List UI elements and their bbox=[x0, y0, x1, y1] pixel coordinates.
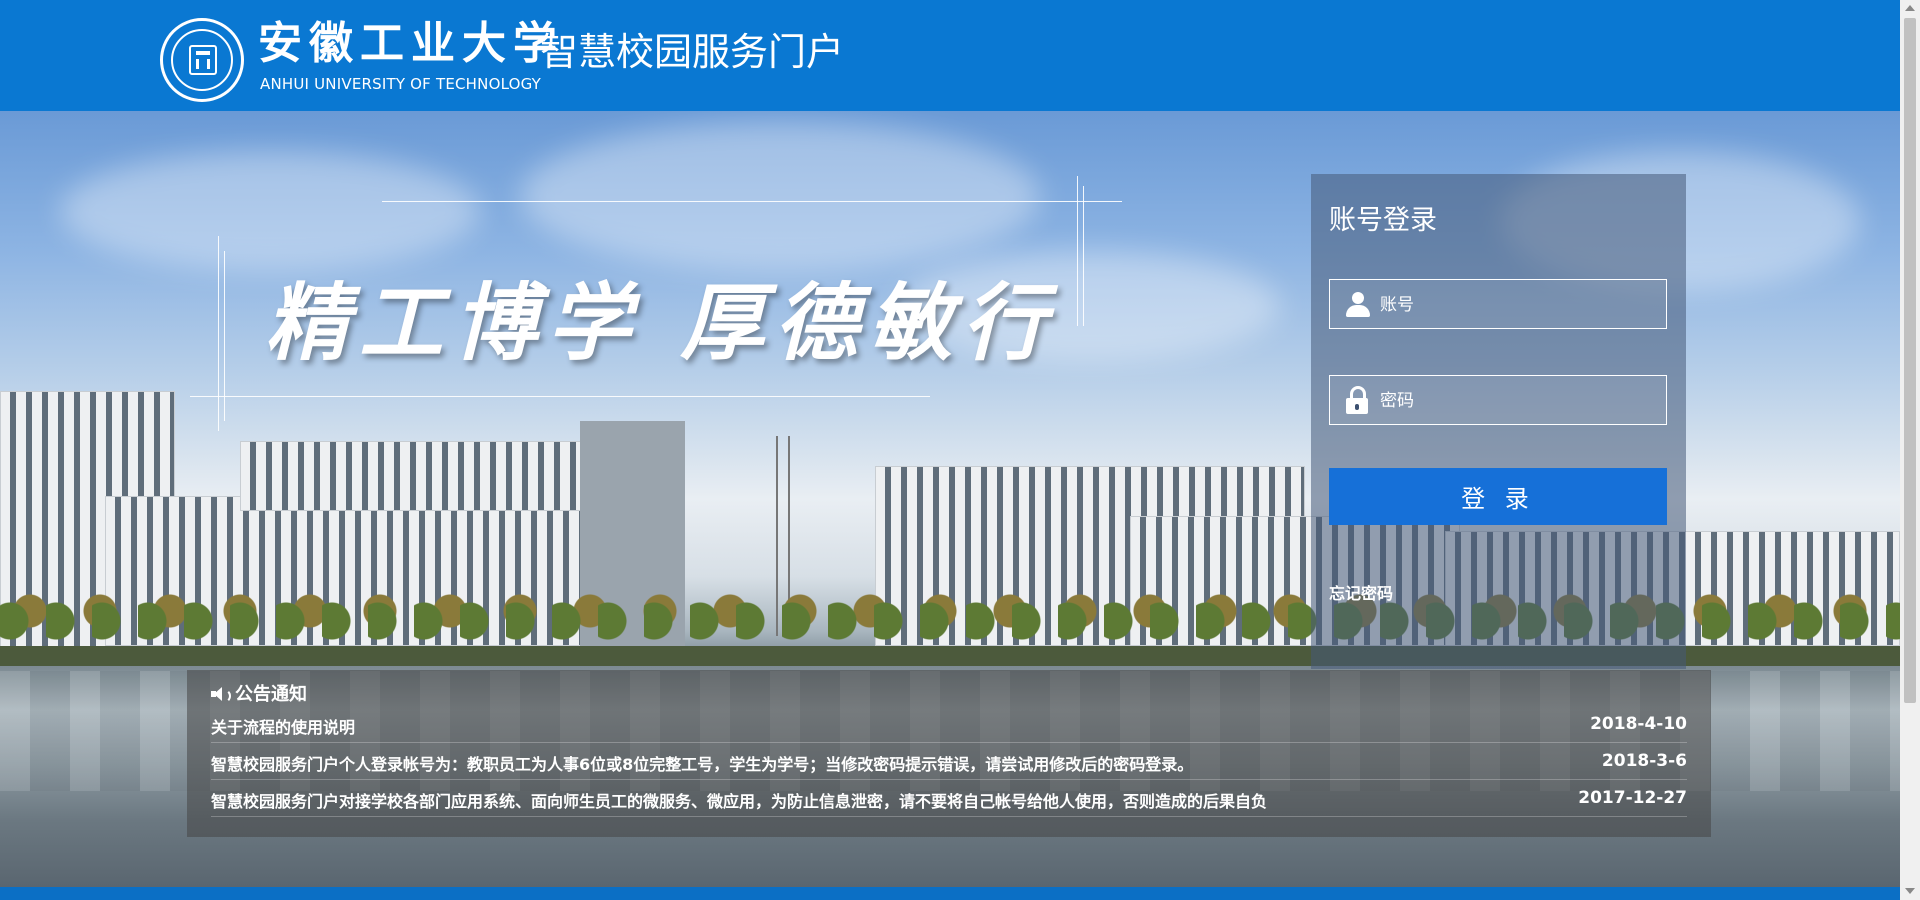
notice-panel: 公告通知 关于流程的使用说明 2018-4-10 智慧校园服务门户个人登录帐号为… bbox=[187, 670, 1711, 837]
notice-heading-text: 公告通知 bbox=[235, 684, 307, 705]
notice-date: 2018-4-10 bbox=[1590, 714, 1687, 734]
university-seal-icon[interactable] bbox=[160, 18, 244, 102]
speaker-icon bbox=[211, 686, 231, 703]
scroll-up-arrow-icon[interactable] bbox=[1905, 5, 1915, 11]
frame-line bbox=[1083, 186, 1084, 326]
login-panel: 账号登录 登 录 忘记密码 bbox=[1311, 174, 1686, 669]
frame-line bbox=[1077, 176, 1078, 326]
password-field[interactable] bbox=[1329, 375, 1667, 426]
lock-icon bbox=[1345, 386, 1369, 414]
scrollbar-thumb[interactable] bbox=[1904, 18, 1916, 703]
login-button[interactable]: 登 录 bbox=[1329, 468, 1667, 525]
username-field[interactable] bbox=[1329, 279, 1667, 330]
notice-title[interactable]: 智慧校园服务门户对接学校各部门应用系统、面向师生员工的微服务、微应用，为防止信息… bbox=[211, 788, 1267, 812]
scroll-down-arrow-icon[interactable] bbox=[1905, 888, 1915, 894]
notice-item[interactable]: 智慧校园服务门户个人登录帐号为：教职员工为人事6位或8位完整工号，学生为学号；当… bbox=[211, 743, 1687, 780]
password-input[interactable] bbox=[1378, 376, 1662, 426]
notice-title[interactable]: 关于流程的使用说明 bbox=[211, 714, 355, 738]
university-name-cn: 安徽工业大学 bbox=[258, 18, 564, 69]
footer-bar bbox=[0, 887, 1900, 900]
portal-title: 智慧校园服务门户 bbox=[540, 30, 845, 74]
login-title: 账号登录 bbox=[1329, 205, 1437, 236]
university-motto: 精工博学 厚德敏行 bbox=[265, 273, 1057, 372]
notice-title[interactable]: 智慧校园服务门户个人登录帐号为：教职员工为人事6位或8位完整工号，学生为学号；当… bbox=[211, 751, 1193, 775]
username-input[interactable] bbox=[1378, 280, 1662, 330]
notice-date: 2018-3-6 bbox=[1601, 751, 1687, 771]
header-bar: 安徽工业大学 ANHUI UNIVERSITY OF TECHNOLOGY 智慧… bbox=[0, 0, 1900, 111]
notice-heading: 公告通知 bbox=[211, 680, 307, 706]
page-scrollbar[interactable] bbox=[1900, 0, 1920, 900]
university-name-en: ANHUI UNIVERSITY OF TECHNOLOGY bbox=[260, 75, 542, 93]
frame-line bbox=[224, 251, 225, 421]
user-icon bbox=[1345, 292, 1371, 318]
forgot-password-link[interactable]: 忘记密码 bbox=[1329, 580, 1393, 604]
frame-line bbox=[190, 396, 930, 397]
building bbox=[240, 441, 630, 511]
notice-item[interactable]: 关于流程的使用说明 2018-4-10 bbox=[211, 706, 1687, 743]
frame-line bbox=[218, 236, 219, 431]
notice-date: 2017-12-27 bbox=[1578, 788, 1687, 808]
frame-line bbox=[382, 201, 1122, 202]
notice-item[interactable]: 智慧校园服务门户对接学校各部门应用系统、面向师生员工的微服务、微应用，为防止信息… bbox=[211, 780, 1687, 817]
